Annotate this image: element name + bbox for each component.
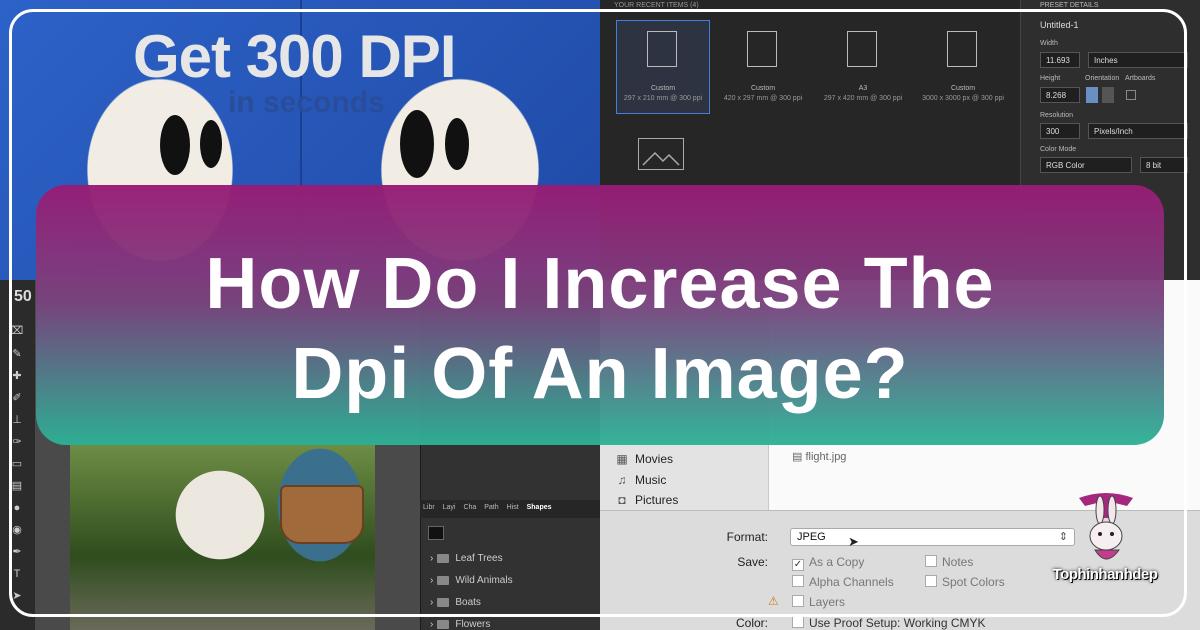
folder-item[interactable]: › Flowers: [430, 619, 490, 630]
title-banner: How Do I Increase The Dpi Of An Image?: [36, 185, 1164, 445]
rabbit-mascot-icon: [1079, 493, 1133, 560]
title-line-1: How Do I Increase The: [205, 244, 995, 324]
logo-text: Tophinhanhdep: [1052, 566, 1158, 583]
recent-items-label: YOUR RECENT ITEMS (4): [614, 2, 699, 9]
site-logo: Tophinhanhdep: [1035, 488, 1175, 598]
title-line-2: Dpi Of An Image?: [291, 334, 909, 414]
proof-setup-checkbox[interactable]: Use Proof Setup: Working CMYK: [792, 616, 986, 630]
chevron-right-icon: ›: [430, 619, 434, 630]
folder-icon: [437, 619, 450, 629]
